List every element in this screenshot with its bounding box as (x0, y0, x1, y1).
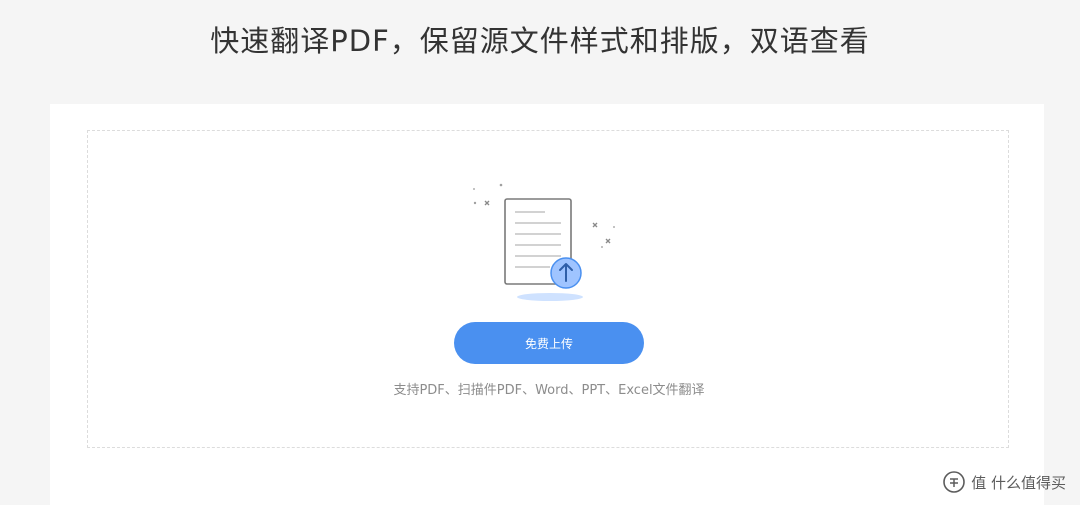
watermark: 值 什么值得买 (943, 469, 1066, 495)
supported-formats-text: 支持PDF、扫描件PDF、Word、PPT、Excel文件翻译 (393, 383, 705, 398)
upload-card: 免费上传 支持PDF、扫描件PDF、Word、PPT、Excel文件翻译 (50, 104, 1044, 505)
watermark-logo-icon (943, 471, 966, 493)
document-upload-icon (470, 179, 620, 309)
upload-button[interactable]: 免费上传 (454, 322, 644, 364)
watermark-text: 值 什么值得买 (971, 473, 1066, 492)
upload-dropzone[interactable]: 免费上传 支持PDF、扫描件PDF、Word、PPT、Excel文件翻译 (87, 130, 1009, 448)
page-title: 快速翻译PDF，保留源文件样式和排版，双语查看 (210, 24, 870, 58)
